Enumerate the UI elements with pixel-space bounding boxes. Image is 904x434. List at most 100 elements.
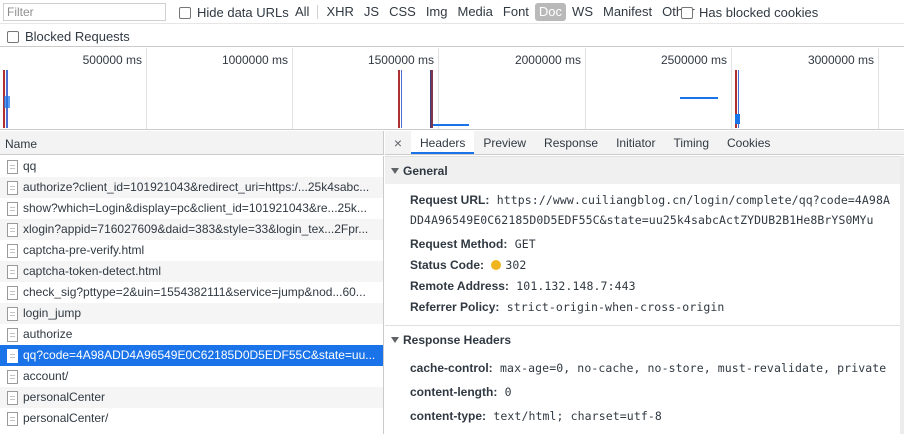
grid-line (878, 48, 879, 129)
request-name: personalCenter (23, 390, 106, 404)
filter-xhr[interactable]: XHR (322, 3, 357, 21)
request-name: check_sig?pttype=2&uin=1554382111&servic… (23, 285, 366, 299)
checkbox-box[interactable] (179, 6, 191, 19)
checkbox-box[interactable] (7, 30, 19, 43)
remote-address-row: Remote Address: 101.132.148.7:443 (385, 275, 904, 296)
referrer-policy-row: Referrer Policy: strict-origin-when-cros… (385, 296, 904, 317)
filter-media[interactable]: Media (453, 3, 496, 21)
filter-manifest[interactable]: Manifest (599, 3, 656, 21)
tick-label: 500000 ms (82, 53, 142, 67)
checkbox-box[interactable] (681, 6, 693, 19)
hide-data-urls-label: Hide data URLs (197, 5, 289, 20)
request-bar (433, 124, 469, 126)
tab-response[interactable]: Response (535, 131, 607, 154)
blocked-requests-checkbox[interactable]: Blocked Requests (7, 29, 130, 44)
request-name: captcha-token-detect.html (23, 264, 162, 278)
filter-toolbar: Hide data URLs All XHR JS CSS Img Media … (0, 0, 904, 24)
request-row[interactable]: personalCenter (0, 387, 383, 408)
tab-initiator[interactable]: Initiator (607, 131, 664, 154)
blocked-requests-label: Blocked Requests (25, 29, 130, 44)
request-row[interactable]: xlogin?appid=716027609&daid=383&style=33… (0, 219, 383, 240)
request-name: account/ (23, 369, 69, 383)
name-column-header[interactable]: Name (0, 131, 384, 155)
tab-cookies[interactable]: Cookies (718, 131, 779, 154)
resource-type-filters: All XHR JS CSS Img Media Font Doc WS Man… (291, 3, 701, 21)
content-length-label: content-length: (410, 385, 498, 399)
request-row[interactable]: show?which=Login&display=pc&client_id=10… (0, 198, 383, 219)
filter-all[interactable]: All (291, 3, 313, 21)
filter-doc[interactable]: Doc (534, 3, 567, 21)
content-length-row: content-length: 0 (385, 378, 904, 402)
filter-ws[interactable]: WS (568, 3, 597, 21)
document-icon (7, 244, 18, 258)
filter-css[interactable]: CSS (385, 3, 420, 21)
tick-label: 3000000 ms (807, 53, 874, 67)
filter-input[interactable] (3, 3, 166, 21)
request-list: qq authorize?client_id=101921043&redirec… (0, 156, 384, 434)
request-row[interactable]: check_sig?pttype=2&uin=1554382111&servic… (0, 282, 383, 303)
request-row[interactable]: captcha-pre-verify.html (0, 240, 383, 261)
request-row[interactable]: captcha-token-detect.html (0, 261, 383, 282)
request-bar (735, 114, 740, 124)
request-row[interactable]: login_jump (0, 303, 383, 324)
document-icon (7, 265, 18, 279)
headers-panel: General Request URL: https://www.cuilian… (385, 156, 904, 434)
close-icon[interactable]: × (385, 131, 411, 154)
request-row[interactable]: personalCenter/ (0, 408, 383, 429)
status-code-value: 302 (505, 258, 527, 272)
has-blocked-cookies-label: Has blocked cookies (699, 5, 819, 20)
tick-label: 2500000 ms (660, 53, 727, 67)
request-row[interactable]: account/ (0, 366, 383, 387)
chevron-down-icon (391, 337, 399, 343)
status-code-label: Status Code: (410, 258, 485, 272)
request-name: login_jump (23, 306, 82, 320)
filter-js[interactable]: JS (360, 3, 383, 21)
tick-label: 1000000 ms (221, 53, 288, 67)
request-name: captcha-pre-verify.html (23, 243, 145, 257)
document-icon (7, 181, 18, 195)
dom-content-marker (401, 70, 402, 128)
grid-line (731, 48, 732, 129)
grid-line (438, 48, 439, 129)
request-row[interactable]: qq (0, 156, 383, 177)
request-method-value: GET (514, 237, 536, 251)
request-name: authorize?client_id=101921043&redirect_u… (23, 180, 370, 194)
hide-data-urls-checkbox[interactable]: Hide data URLs (179, 5, 289, 20)
document-icon (7, 349, 18, 363)
response-headers-section-header[interactable]: Response Headers (385, 326, 904, 354)
tab-preview[interactable]: Preview (474, 131, 535, 154)
tab-timing[interactable]: Timing (664, 131, 718, 154)
cache-control-value: max-age=0, no-cache, no-store, must-reva… (500, 361, 887, 375)
filter-img[interactable]: Img (422, 3, 452, 21)
has-blocked-cookies-checkbox[interactable]: Has blocked cookies (681, 5, 818, 20)
tab-headers[interactable]: Headers (411, 131, 475, 154)
request-method-row: Request Method: GET (385, 230, 904, 254)
request-row[interactable]: authorize (0, 324, 383, 345)
request-row-selected[interactable]: qq?code=4A98ADD4A96549E0C62185D0D5EDF55C… (0, 345, 383, 366)
request-bar (680, 97, 718, 99)
request-row[interactable]: authorize?client_id=101921043&redirect_u… (0, 177, 383, 198)
name-column-label: Name (5, 137, 38, 151)
filter-font[interactable]: Font (499, 3, 533, 21)
scrollbar[interactable] (900, 156, 904, 434)
general-title: General (403, 164, 448, 178)
filter-separator (317, 5, 319, 19)
cache-control-row: cache-control: max-age=0, no-cache, no-s… (385, 354, 904, 378)
request-name: authorize (23, 327, 73, 341)
chevron-down-icon (391, 168, 399, 174)
request-url-row: Request URL: https://www.cuiliangblog.cn… (385, 184, 904, 230)
remote-address-label: Remote Address: (410, 279, 509, 293)
load-marker (431, 70, 433, 128)
general-section-header[interactable]: General (385, 156, 904, 184)
tick-label: 2000000 ms (514, 53, 581, 67)
content-type-row: content-type: text/html; charset=utf-8 (385, 402, 904, 426)
remote-address-value: 101.132.148.7:443 (516, 279, 636, 293)
document-icon (7, 412, 18, 426)
request-bar (4, 96, 10, 108)
request-name: xlogin?appid=716027609&daid=383&style=33… (23, 222, 369, 236)
detail-tabs: × Headers Preview Response Initiator Tim… (385, 131, 904, 155)
document-icon (7, 391, 18, 405)
document-icon (7, 160, 18, 174)
network-overview[interactable]: 500000 ms 1000000 ms 1500000 ms 2000000 … (0, 48, 904, 130)
request-name: qq (23, 159, 37, 173)
